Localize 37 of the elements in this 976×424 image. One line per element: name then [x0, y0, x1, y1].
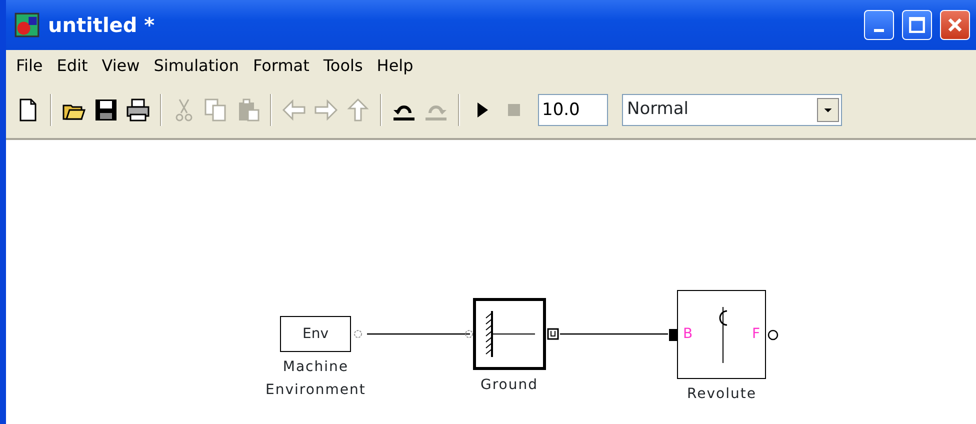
menu-item[interactable]: Edit [50, 52, 94, 80]
port-label: B [683, 326, 693, 342]
port-icon [353, 329, 363, 339]
menu-item[interactable]: File [10, 52, 49, 80]
mode-dropdown[interactable]: Normal [622, 94, 842, 126]
port-icon [668, 328, 678, 342]
port-icon [547, 328, 559, 340]
port-icon [767, 329, 779, 341]
menu-item[interactable]: Format [246, 52, 316, 80]
block-label: Ground [480, 376, 538, 395]
app-icon [14, 12, 40, 38]
up-arrow-icon [346, 98, 370, 122]
block-label: Revolute [687, 385, 756, 404]
menu-item[interactable]: View [96, 52, 146, 80]
left-arrow-icon [282, 98, 306, 122]
copy-icon [204, 98, 228, 122]
maximize-icon [906, 14, 928, 36]
menu-item[interactable]: Tools [317, 52, 369, 80]
port-label: F [752, 326, 760, 342]
revolute-block[interactable] [677, 290, 766, 379]
block-text: Env [302, 324, 328, 344]
env-block[interactable]: Env [280, 316, 351, 352]
stop-time-field[interactable]: 10.0 [538, 94, 608, 126]
right-arrow-icon [314, 98, 338, 122]
block-label: Machine Environment [266, 358, 366, 400]
joint-axis-icon [718, 306, 728, 362]
ground-block[interactable] [473, 298, 546, 370]
port-icon [464, 329, 474, 339]
menu-item[interactable]: Simulation [148, 52, 245, 80]
window-title: untitled * [48, 12, 155, 39]
close-button[interactable] [940, 10, 970, 40]
printer-icon [126, 98, 150, 122]
maximize-button[interactable] [902, 10, 932, 40]
menu-item[interactable]: Help [370, 52, 420, 80]
minimize-icon [874, 29, 884, 32]
minimize-button[interactable] [864, 10, 894, 40]
clipboard-icon [236, 98, 260, 122]
